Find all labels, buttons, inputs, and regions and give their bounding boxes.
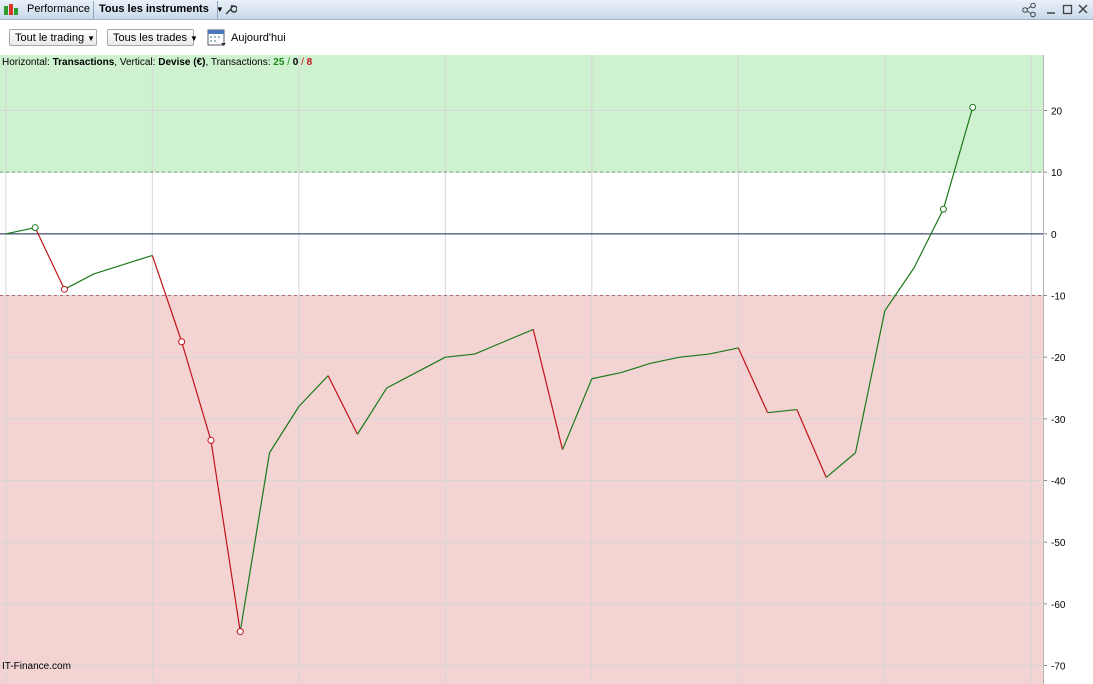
line-segment [5, 227, 36, 235]
line-segment [34, 227, 65, 290]
line-segment [122, 254, 153, 266]
titlebar-divider [93, 1, 94, 19]
count-separator: / [287, 57, 290, 68]
data-point[interactable] [31, 224, 39, 232]
gain-zone [0, 55, 1043, 173]
vertical-label: Vertical: [119, 57, 156, 68]
trades-filter-label: Tous les trades [113, 32, 187, 44]
line-segment [64, 273, 95, 290]
date-label[interactable]: Aujourd'hui [231, 32, 286, 44]
titlebar-divider [217, 1, 218, 19]
data-point[interactable] [969, 103, 977, 111]
y-axis: 20 10 0 -10 -20 -30 -40 -50 -60 -70 [1043, 107, 1066, 673]
wins-count: 25 [273, 57, 285, 68]
data-point[interactable] [60, 285, 68, 293]
share-icon[interactable] [1021, 2, 1039, 18]
dropdown-icon: ▼ [189, 34, 198, 43]
trading-filter-dropdown[interactable]: Tout le trading ▼ [9, 29, 97, 46]
y-tick-label: -40 [1051, 477, 1066, 488]
y-tick-label: -10 [1051, 292, 1066, 303]
neutral-count: 0 [292, 57, 299, 68]
count-separator: / [301, 57, 304, 68]
window-titlebar: Performance Tous les instruments ▼ [0, 0, 1093, 20]
chart-info: Horizontal: Transactions, Vertical: Devi… [2, 57, 313, 68]
trades-filter-dropdown[interactable]: Tous les trades ▼ [107, 29, 198, 46]
losses-count: 8 [306, 57, 313, 68]
line-segment [93, 264, 124, 275]
y-tick-label: -70 [1051, 662, 1066, 673]
y-tick-label: 0 [1051, 230, 1057, 241]
transactions-label: Transactions: [210, 57, 271, 68]
wrench-icon[interactable] [223, 2, 238, 16]
filter-toolbar: Tout le trading ▼ Tous les trades ▼ Aujour… [0, 20, 1093, 55]
dropdown-icon: ▼ [87, 34, 96, 43]
instruments-dropdown[interactable]: Tous les instruments ▼ [99, 0, 224, 19]
minimize-icon[interactable] [1046, 2, 1056, 21]
y-tick-label: 10 [1051, 168, 1063, 179]
data-point[interactable] [939, 205, 947, 213]
y-tick-label: -50 [1051, 538, 1066, 549]
y-tick-label: -60 [1051, 600, 1066, 611]
chart-icon [3, 3, 19, 17]
y-tick-label: -30 [1051, 415, 1066, 426]
credit-text: IT-Finance.com [2, 661, 71, 672]
loss-zone [0, 295, 1043, 684]
performance-tab[interactable]: Performance [27, 0, 90, 19]
calendar-icon[interactable] [207, 28, 227, 48]
horizontal-label: Horizontal: [2, 57, 50, 68]
horizontal-value: Transactions [52, 57, 115, 68]
data-point[interactable] [207, 436, 215, 444]
instruments-label: Tous les instruments [99, 3, 209, 15]
trading-filter-label: Tout le trading [15, 32, 85, 44]
data-point[interactable] [178, 338, 186, 346]
y-tick-label: 20 [1051, 107, 1063, 118]
vertical-value: Devise (€) [158, 57, 206, 68]
data-point[interactable] [236, 628, 244, 636]
close-icon[interactable] [1077, 2, 1089, 21]
line-segment [913, 208, 944, 269]
maximize-icon[interactable] [1062, 2, 1074, 21]
y-tick-label: -20 [1051, 353, 1066, 364]
performance-chart: 20100-10-20-30-40-50-60-70 0510152025303… [0, 55, 1066, 684]
